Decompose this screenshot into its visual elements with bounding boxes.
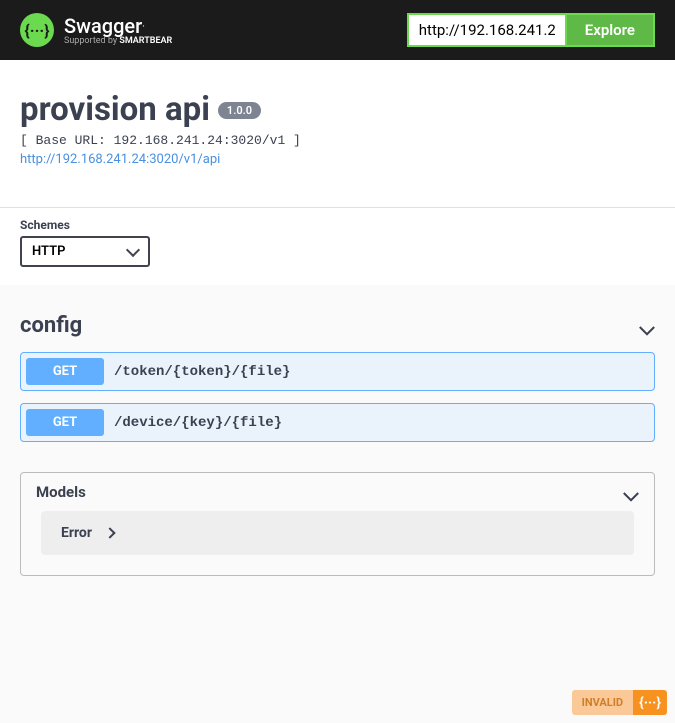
schemes-label: Schemes <box>20 218 655 232</box>
brand-subtitle: Supported by SMARTBEAR <box>64 36 172 46</box>
explore-button[interactable]: Explore <box>565 13 655 47</box>
scheme-select[interactable]: HTTP <box>20 236 150 267</box>
base-url: [ Base URL: 192.168.241.24:3020/v1 ] <box>20 133 655 148</box>
chevron-down-icon <box>639 321 655 331</box>
http-method-badge: GET <box>26 358 104 385</box>
api-title: provision api <box>20 90 210 129</box>
swagger-icon: {···} <box>20 13 54 47</box>
tag-title: config <box>20 313 82 338</box>
operation-row[interactable]: GET /token/{token}/{file} <box>20 352 655 391</box>
swagger-icon: {···} <box>633 690 667 715</box>
operation-path: /token/{token}/{file} <box>114 364 290 380</box>
models-section: Models Error <box>20 472 655 576</box>
models-title: Models <box>36 483 86 501</box>
api-url-input[interactable] <box>407 13 565 47</box>
models-header[interactable]: Models <box>21 473 654 511</box>
validator-badge[interactable]: INVALID {···} <box>572 690 667 715</box>
swagger-body: config GET /token/{token}/{file} GET /de… <box>0 285 675 586</box>
validator-status: INVALID <box>572 690 633 715</box>
brand-name: Swagger <box>64 14 142 38</box>
chevron-right-icon <box>104 527 115 538</box>
version-badge: 1.0.0 <box>218 102 261 119</box>
tag-section-config: config GET /token/{token}/{file} GET /de… <box>20 303 655 442</box>
http-method-badge: GET <box>26 409 104 436</box>
api-info-section: provision api 1.0.0 [ Base URL: 192.168.… <box>0 60 675 208</box>
operation-row[interactable]: GET /device/{key}/{file} <box>20 403 655 442</box>
model-item[interactable]: Error <box>41 511 634 555</box>
brand-logo: {···} Swagger. Supported by SMARTBEAR <box>20 13 172 47</box>
topbar: {···} Swagger. Supported by SMARTBEAR Ex… <box>0 0 675 60</box>
schemes-section: Schemes HTTP <box>0 208 675 285</box>
url-explore-group: Explore <box>407 13 655 47</box>
operation-path: /device/{key}/{file} <box>114 415 282 431</box>
chevron-down-icon <box>623 487 639 497</box>
tag-header[interactable]: config <box>20 303 655 352</box>
model-name: Error <box>61 525 92 541</box>
api-spec-link[interactable]: http://192.168.241.24:3020/v1/api <box>20 152 220 167</box>
